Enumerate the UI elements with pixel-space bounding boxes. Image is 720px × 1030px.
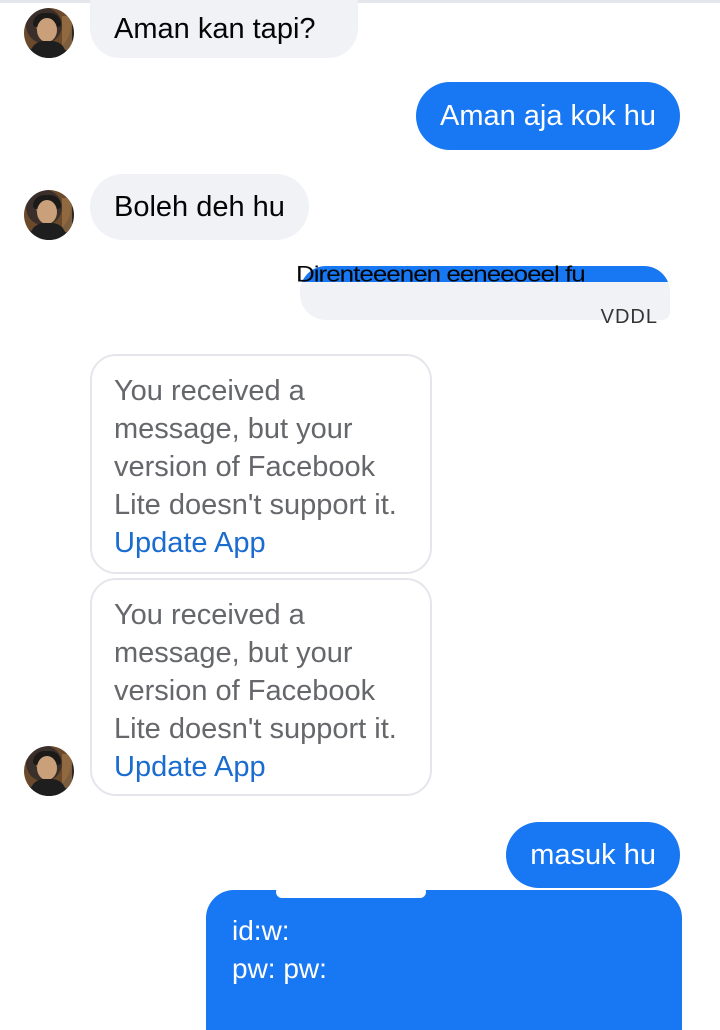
- unsupported-message-bubble[interactable]: You received a message, but your version…: [90, 578, 432, 796]
- message-text: Aman aja kok hu: [439, 100, 656, 132]
- garbled-sent-message[interactable]: Direnteeenen eeneeoeel fu VDDL: [292, 262, 672, 332]
- unsupported-message-bubble[interactable]: You received a message, but your version…: [90, 354, 432, 574]
- credential-line: id:w:: [232, 915, 290, 946]
- received-message-bubble[interactable]: Boleh deh hu: [90, 174, 309, 240]
- contact-avatar[interactable]: [24, 746, 74, 796]
- garbled-text-line: Direnteeenen eeneeoeel fu: [296, 261, 586, 287]
- credential-line: pw: pw:: [232, 953, 327, 984]
- sent-message-bubble[interactable]: Aman aja kok hu: [415, 82, 680, 150]
- received-message-bubble[interactable]: Aman kan tapi?: [90, 0, 358, 58]
- contact-avatar[interactable]: [24, 8, 74, 58]
- message-text: Boleh deh hu: [114, 191, 285, 223]
- sent-credentials-bubble[interactable]: id:w: pw: pw:: [206, 886, 682, 1030]
- garbled-text-line: VDDL: [600, 306, 658, 328]
- unsupported-message-text: You received a message, but your version…: [114, 375, 397, 521]
- message-text: masuk hu: [530, 839, 656, 871]
- contact-avatar[interactable]: [24, 190, 74, 240]
- update-app-link[interactable]: Update App: [114, 527, 266, 559]
- update-app-link[interactable]: Update App: [114, 751, 266, 783]
- message-text: Aman kan tapi?: [114, 13, 316, 45]
- sent-message-bubble[interactable]: masuk hu: [506, 822, 680, 888]
- unsupported-message-text: You received a message, but your version…: [114, 599, 397, 745]
- render-glitch: [276, 886, 426, 898]
